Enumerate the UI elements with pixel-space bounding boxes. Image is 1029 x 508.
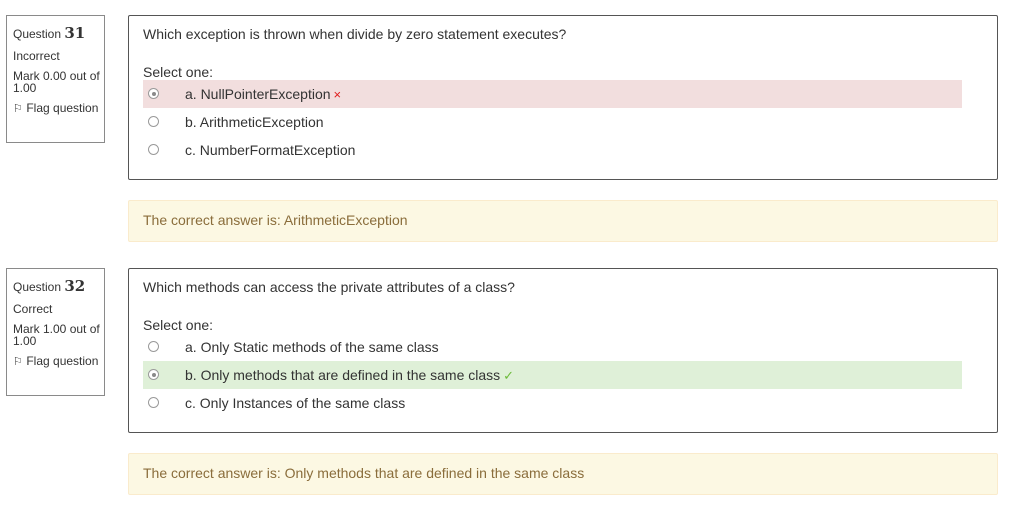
answer-label: b. ArithmeticException	[185, 114, 324, 130]
flag-label: Flag question	[26, 354, 99, 368]
incorrect-icon: ×	[333, 87, 342, 102]
answer-option-a[interactable]: a. NullPointerException ×	[143, 80, 962, 108]
question-info: Question 31 Incorrect Mark 0.00 out of 1…	[6, 15, 105, 143]
answer-option-c[interactable]: c. Only Instances of the same class	[143, 389, 962, 417]
flag-icon: ⚐	[13, 103, 23, 115]
question-content: Which exception is thrown when divide by…	[128, 15, 998, 180]
answer-option-b[interactable]: b. ArithmeticException	[143, 108, 962, 136]
question-state: Correct	[13, 302, 53, 316]
answer-list: a. NullPointerException × b. ArithmeticEx…	[143, 80, 962, 164]
answer-label: c. Only Instances of the same class	[185, 395, 406, 411]
radio-button[interactable]	[148, 369, 159, 380]
radio-button[interactable]	[148, 144, 159, 155]
question-state: Incorrect	[13, 49, 60, 63]
flag-question-button[interactable]: ⚐ Flag question	[13, 102, 104, 115]
answer-option-b[interactable]: b. Only methods that are defined in the …	[143, 361, 962, 389]
question-content: Which methods can access the private att…	[128, 268, 998, 433]
correct-answer-feedback: The correct answer is: ArithmeticExcepti…	[128, 200, 998, 242]
select-one-prompt: Select one:	[143, 64, 214, 80]
question-number: 32	[64, 277, 86, 295]
answer-option-c[interactable]: c. NumberFormatException	[143, 136, 962, 164]
radio-button[interactable]	[148, 116, 159, 127]
question-info: Question 32 Correct Mark 1.00 out of 1.0…	[6, 268, 105, 396]
question-number: 31	[64, 24, 86, 42]
check-icon: ✓	[503, 368, 515, 383]
question-text: Which exception is thrown when divide by…	[143, 26, 567, 42]
answer-option-a[interactable]: a. Only Static methods of the same class	[143, 333, 962, 361]
answer-label: a. Only Static methods of the same class	[185, 339, 439, 355]
question-grade: Mark 1.00 out of 1.00	[13, 322, 100, 348]
flag-label: Flag question	[26, 101, 99, 115]
radio-button[interactable]	[148, 397, 159, 408]
answer-label: c. NumberFormatException	[185, 142, 356, 158]
flag-question-button[interactable]: ⚐ Flag question	[13, 355, 104, 368]
question-label: Question	[13, 27, 62, 41]
radio-button[interactable]	[148, 341, 159, 352]
question-label: Question	[13, 280, 62, 294]
flag-icon: ⚐	[13, 356, 23, 368]
question-grade: Mark 0.00 out of 1.00	[13, 69, 100, 95]
answer-label: b. Only methods that are defined in the …	[185, 367, 501, 383]
radio-button[interactable]	[148, 88, 159, 99]
select-one-prompt: Select one:	[143, 317, 214, 333]
answer-list: a. Only Static methods of the same class…	[143, 333, 962, 417]
answer-label: a. NullPointerException	[185, 86, 331, 102]
correct-answer-feedback: The correct answer is: Only methods that…	[128, 453, 998, 495]
question-text: Which methods can access the private att…	[143, 279, 515, 295]
